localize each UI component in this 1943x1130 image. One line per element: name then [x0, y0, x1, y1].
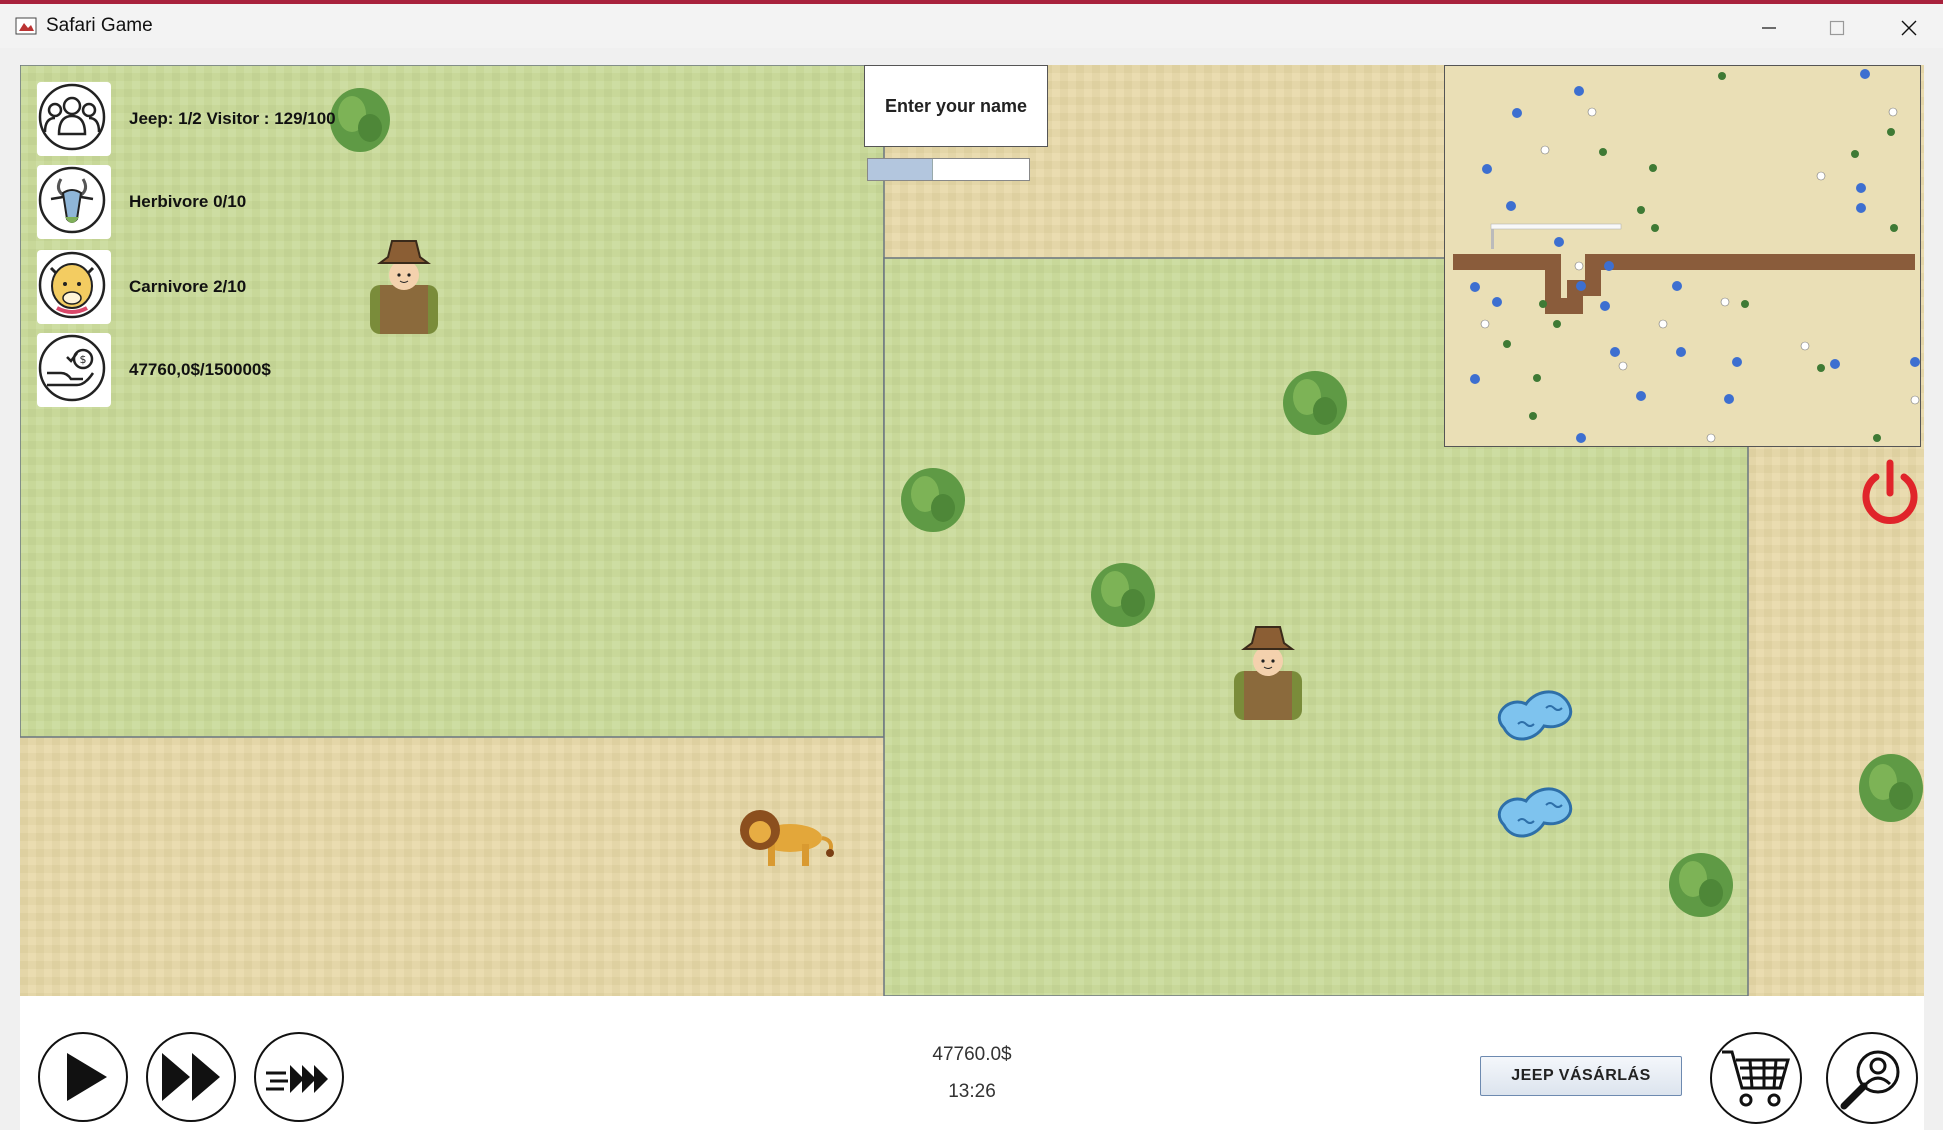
- bush: [1669, 853, 1733, 917]
- progress-bar: [867, 158, 1030, 181]
- bush: [901, 468, 965, 532]
- power-icon: [1862, 459, 1918, 524]
- search-user-icon: [1840, 1050, 1900, 1110]
- shopping-cart-icon: [1722, 1050, 1790, 1107]
- fast-forward-icon: [162, 1053, 220, 1101]
- minimize-button[interactable]: [1736, 8, 1802, 48]
- bush: [1859, 754, 1923, 822]
- maximize-button[interactable]: [1804, 8, 1870, 48]
- minimize-icon: [1762, 27, 1776, 29]
- minimap-canvas: [1445, 66, 1920, 446]
- fastest-speed-icon: [266, 1065, 328, 1093]
- people-group-icon: [37, 82, 111, 156]
- close-button[interactable]: [1876, 8, 1942, 48]
- window-title: Safari Game: [46, 15, 153, 36]
- name-input-placeholder: Enter your name: [884, 95, 1028, 116]
- bush: [1091, 563, 1155, 627]
- money-label: 47760,0$/150000$: [129, 360, 271, 379]
- maximize-icon: [1829, 20, 1845, 36]
- buy-jeep-button[interactable]: JEEP VÁSÁRLÁS: [1480, 1056, 1682, 1096]
- progress-fill: [868, 159, 934, 180]
- bush: [330, 88, 390, 152]
- goat-icon: [37, 165, 111, 239]
- herbivore-label: Herbivore 0/10: [129, 192, 247, 211]
- bush: [1283, 371, 1347, 435]
- power-button[interactable]: [1858, 455, 1922, 525]
- shop-button[interactable]: [1710, 1032, 1802, 1124]
- bottom-bar: 47760.0$ 13:26 JEEP VÁSÁRLÁS: [20, 996, 1924, 1130]
- hud-visitors: Jeep: 1/2 Visitor : 129/100: [37, 82, 336, 156]
- fastest-speed-button[interactable]: [254, 1032, 344, 1122]
- hud-money: $ 47760,0$/150000$: [37, 333, 271, 407]
- app-icon: [15, 17, 37, 35]
- window-title-bar: Safari Game: [0, 0, 1943, 48]
- carnivore-label: Carnivore 2/10: [129, 277, 247, 296]
- search-user-button[interactable]: [1826, 1032, 1918, 1124]
- play-button[interactable]: [38, 1032, 128, 1122]
- name-input[interactable]: Enter your name: [864, 65, 1048, 147]
- minimap[interactable]: [1444, 65, 1921, 447]
- game-clock: 13:26: [948, 1081, 996, 1102]
- close-icon: [1901, 20, 1917, 36]
- money-hand-icon: $: [37, 333, 111, 407]
- balance-display: 47760.0$: [932, 1044, 1012, 1065]
- hud-herbivore: Herbivore 0/10: [37, 165, 246, 239]
- leopard-icon: [37, 250, 111, 324]
- play-icon: [67, 1053, 107, 1101]
- fast-forward-button[interactable]: [146, 1032, 236, 1122]
- hud-carnivore: Carnivore 2/10: [37, 250, 246, 324]
- visitors-label: Jeep: 1/2 Visitor : 129/100: [129, 109, 336, 128]
- svg-text:$: $: [80, 353, 87, 366]
